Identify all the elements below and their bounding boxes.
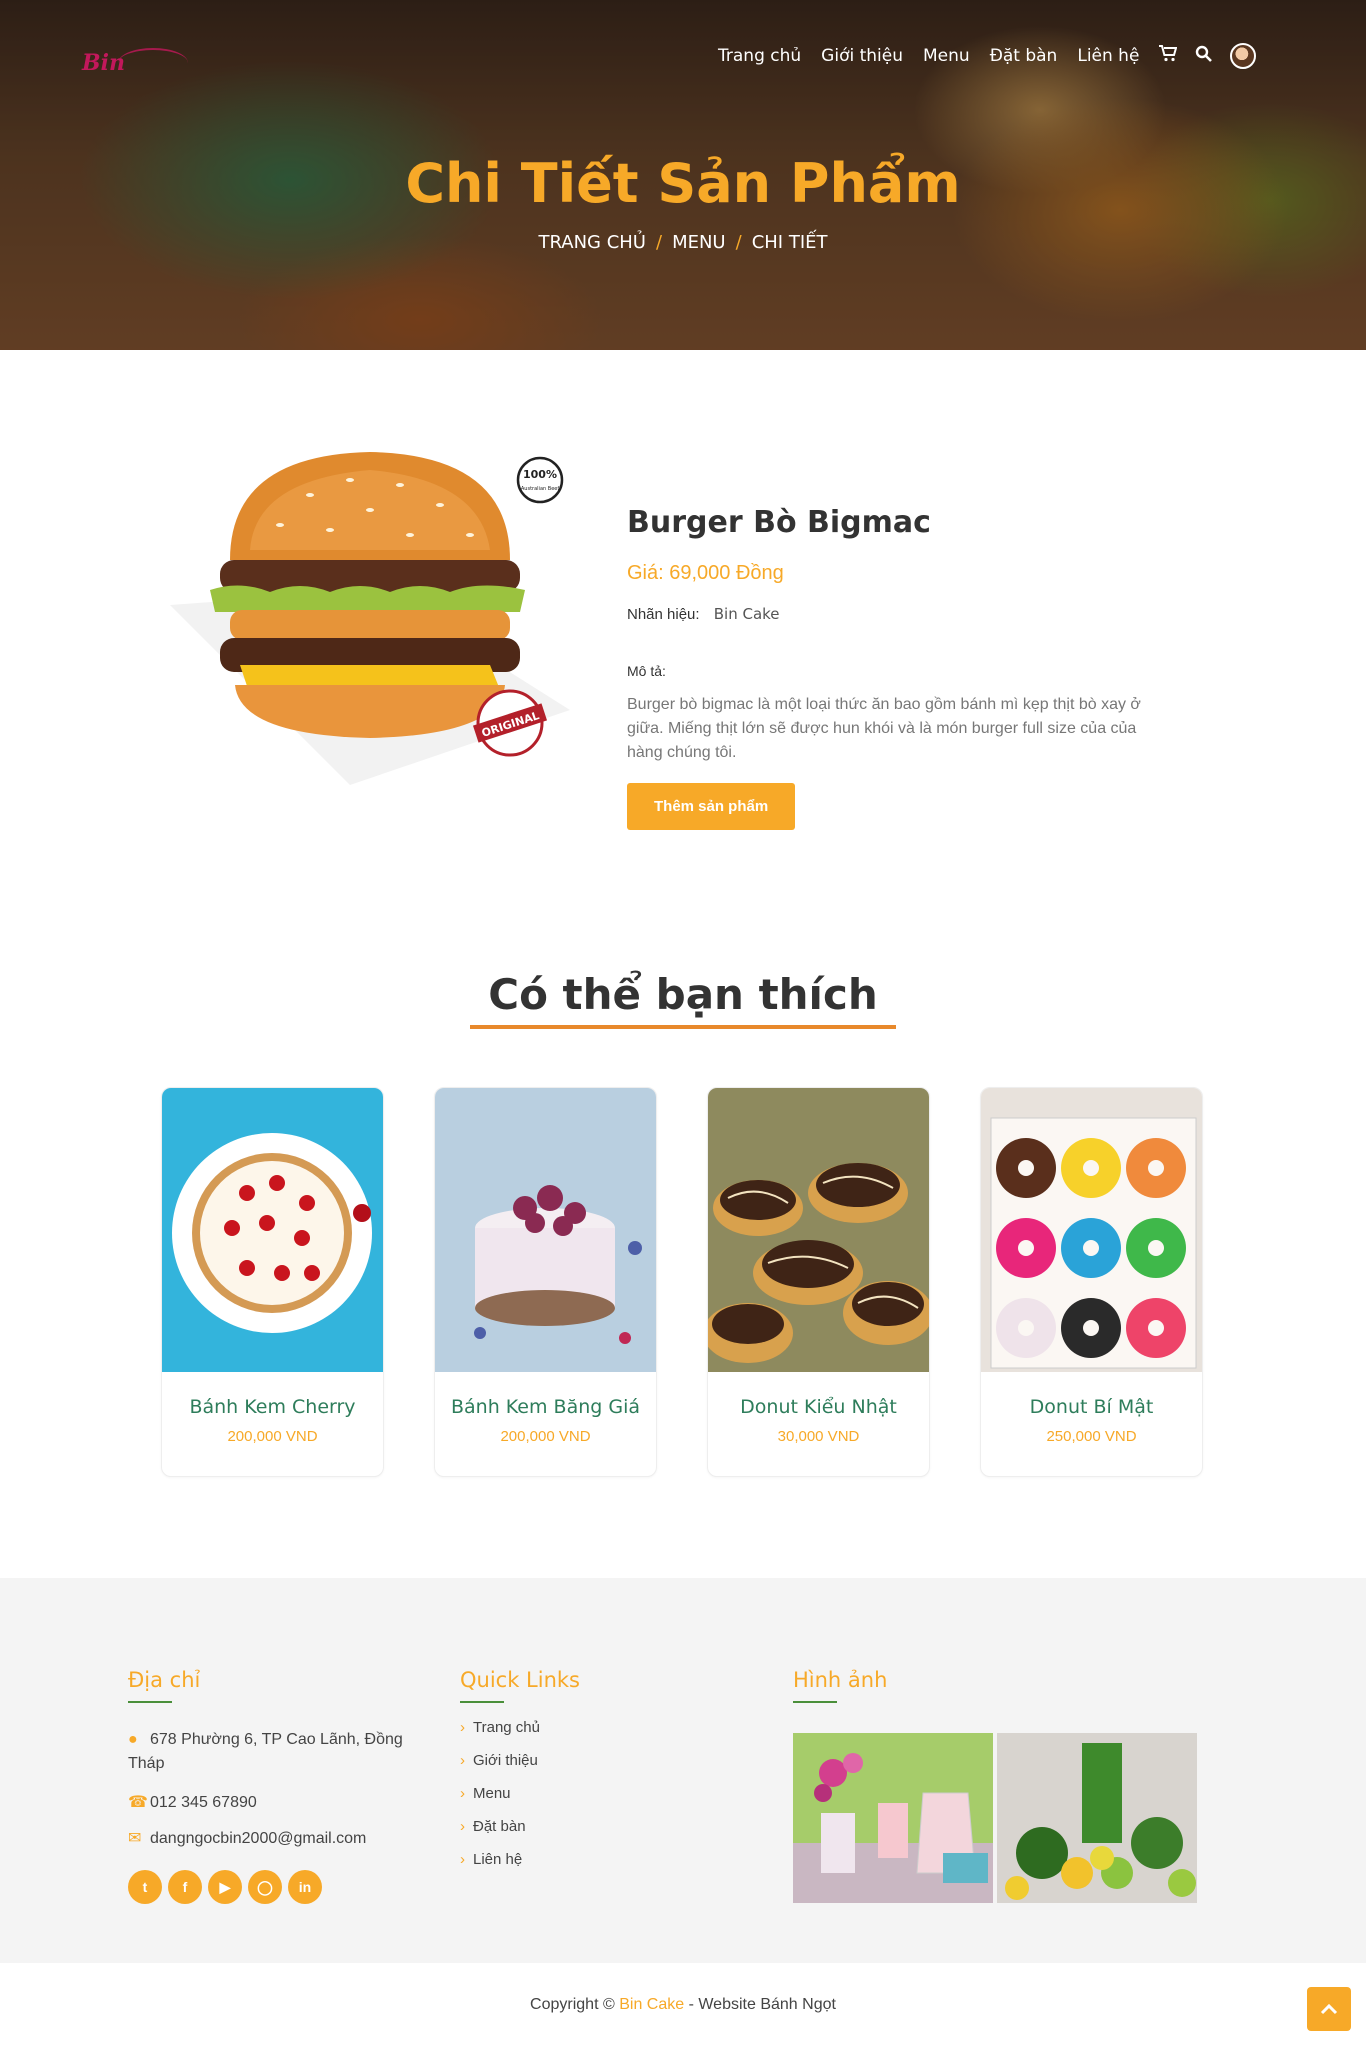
product-card-name[interactable]: Donut Bí Mật — [981, 1396, 1202, 1418]
back-to-top-button[interactable] — [1307, 1987, 1351, 2031]
chevron-right-icon: › — [460, 1785, 465, 1802]
product-description: Burger bò bigmac là một loại thức ăn bao… — [627, 696, 1141, 761]
footer-title-underline — [460, 1701, 504, 1703]
chevron-right-icon: › — [460, 1719, 465, 1736]
footer-email[interactable]: dangngocbin2000@gmail.com — [150, 1830, 366, 1847]
email-icon: ✉ — [128, 1830, 142, 1847]
footer-links-title: Quick Links — [460, 1668, 581, 1692]
badge-100-subtext: Australian Beef — [521, 486, 559, 492]
linkedin-icon[interactable]: in — [288, 1870, 322, 1904]
product-image: 100% Australian Beef ORIGINAL — [160, 440, 580, 790]
avatar[interactable] — [1230, 43, 1257, 69]
copyright-suffix: - Website Bánh Ngọt — [688, 1996, 836, 2013]
brand-label: Nhãn hiệu: — [627, 606, 700, 623]
footer-link-contact[interactable]: › Liên hệ — [460, 1851, 580, 1868]
footer-address-text: 678 Phường 6, TP Cao Lãnh, Đồng Tháp — [128, 1731, 403, 1772]
product-price: Giá: 69,000 Đồng — [627, 562, 784, 584]
product-card-name[interactable]: Bánh Kem Cherry — [162, 1396, 383, 1418]
footer-phone: 012 345 67890 — [150, 1794, 257, 1811]
footer-email-row: ✉ dangngocbin2000@gmail.com — [128, 1828, 428, 1848]
cart-icon[interactable] — [1159, 45, 1178, 67]
footer-address-col: Địa chỉ ● 678 Phường 6, TP Cao Lãnh, Đồng… — [128, 1668, 428, 1904]
chevron-right-icon: › — [460, 1818, 465, 1835]
footer-address: ● 678 Phường 6, TP Cao Lãnh, Đồng Tháp — [128, 1728, 428, 1776]
main-nav: Trang chủ Giới thiệu Menu Đặt bàn Liên h… — [718, 43, 1257, 69]
gallery-image-greens[interactable] — [997, 1733, 1197, 1903]
youtube-icon[interactable]: ▶ — [208, 1870, 242, 1904]
footer-gallery-title: Hình ảnh — [793, 1668, 888, 1692]
site-logo[interactable]: Bin — [78, 48, 188, 78]
brand-value: Bin Cake — [713, 605, 780, 623]
breadcrumb-menu[interactable]: MENU — [672, 232, 726, 253]
product-card-image[interactable] — [708, 1088, 929, 1372]
phone-icon: ☎ — [128, 1794, 148, 1811]
suggest-title-underline — [470, 1025, 896, 1029]
gallery-image-drinks[interactable] — [793, 1733, 993, 1903]
product-card-name[interactable]: Donut Kiểu Nhật — [708, 1396, 929, 1418]
nav-home[interactable]: Trang chủ — [718, 46, 801, 66]
footer-address-title: Địa chỉ — [128, 1668, 201, 1692]
copyright-brand-link[interactable]: Bin Cake — [619, 1996, 684, 2013]
search-icon[interactable] — [1195, 45, 1213, 67]
product-card-image[interactable] — [981, 1088, 1202, 1372]
brand-row: Nhãn hiệu: Bin Cake — [627, 605, 1167, 623]
footer-link-booking[interactable]: › Đặt bàn — [460, 1818, 580, 1835]
nav-menu[interactable]: Menu — [923, 46, 970, 66]
product-card-image[interactable] — [435, 1088, 656, 1372]
nav-contact[interactable]: Liên hệ — [1077, 46, 1139, 66]
footer-link-label: Liên hệ — [473, 1851, 523, 1868]
social-links: t f ▶ ◯ in — [128, 1870, 428, 1904]
nav-booking[interactable]: Đặt bàn — [990, 46, 1058, 66]
product-card-price: 200,000 VND — [227, 1428, 318, 1445]
breadcrumb-separator: / — [735, 232, 742, 253]
instagram-icon[interactable]: ◯ — [248, 1870, 282, 1904]
breadcrumb-home[interactable]: TRANG CHỦ — [538, 232, 646, 253]
footer-gallery-col: Hình ảnh — [793, 1668, 887, 1703]
footer-link-label: Menu — [473, 1785, 511, 1802]
footer-link-label: Đặt bàn — [473, 1818, 526, 1835]
footer-link-menu[interactable]: › Menu — [460, 1785, 580, 1802]
footer-link-home[interactable]: › Trang chủ — [460, 1719, 580, 1736]
footer-link-label: Giới thiệu — [473, 1752, 538, 1769]
twitter-icon[interactable]: t — [128, 1870, 162, 1904]
location-icon: ● — [128, 1731, 138, 1748]
product-card[interactable]: Donut Kiểu Nhật 30,000 VND — [707, 1087, 930, 1477]
footer-links-list: › Trang chủ › Giới thiệu › Menu › Đặt bàn › L… — [460, 1719, 580, 1868]
add-to-cart-button[interactable]: Thêm sản phẩm — [627, 783, 796, 830]
product-card[interactable]: Bánh Kem Cherry 200,000 VND — [161, 1087, 384, 1477]
product-card-price: 200,000 VND — [500, 1428, 591, 1445]
footer: Địa chỉ ● 678 Phường 6, TP Cao Lãnh, Đồng… — [0, 1578, 1366, 1963]
product-info: Burger Bò Bigmac Giá: 69,000 Đồng Nhãn h… — [627, 505, 1167, 830]
hero-banner: Bin Trang chủ Giới thiệu Menu Đặt bàn Li… — [0, 0, 1366, 350]
footer-title-underline — [128, 1701, 172, 1703]
footer-link-label: Trang chủ — [473, 1719, 540, 1736]
breadcrumb-current: CHI TIẾT — [751, 232, 828, 253]
footer-link-about[interactable]: › Giới thiệu — [460, 1752, 580, 1769]
breadcrumb: TRANG CHỦ / MENU / CHI TIẾT — [0, 232, 1366, 253]
product-name: Burger Bò Bigmac — [627, 505, 931, 540]
product-card-image[interactable] — [162, 1088, 383, 1372]
nav-about[interactable]: Giới thiệu — [821, 46, 903, 66]
product-card[interactable]: Bánh Kem Băng Giá 200,000 VND — [434, 1087, 657, 1477]
product-card-name[interactable]: Bánh Kem Băng Giá — [435, 1396, 656, 1418]
suggest-title: Có thể bạn thích — [488, 970, 878, 1019]
copyright-prefix: Copyright © — [530, 1996, 615, 2013]
chevron-up-icon — [1320, 2003, 1338, 2015]
product-card[interactable]: Donut Bí Mật 250,000 VND — [980, 1087, 1203, 1477]
product-card-price: 30,000 VND — [777, 1428, 860, 1445]
copyright-bar: Copyright © Bin Cake - Website Bánh Ngọt — [0, 1963, 1366, 2047]
footer-title-underline — [793, 1701, 837, 1703]
chevron-right-icon: › — [460, 1851, 465, 1868]
product-card-price: 250,000 VND — [1046, 1428, 1137, 1445]
footer-links-col: Quick Links › Trang chủ › Giới thiệu › Menu… — [460, 1668, 580, 1868]
logo-swoosh — [118, 48, 188, 78]
badge-100-text: 100% — [523, 468, 557, 481]
chevron-right-icon: › — [460, 1752, 465, 1769]
facebook-icon[interactable]: f — [168, 1870, 202, 1904]
page-title: Chi Tiết Sản Phẩm — [405, 152, 961, 215]
breadcrumb-separator: / — [655, 232, 663, 253]
footer-phone-row: ☎ 012 345 67890 — [128, 1792, 428, 1812]
description-label: Mô tả: — [627, 663, 666, 679]
